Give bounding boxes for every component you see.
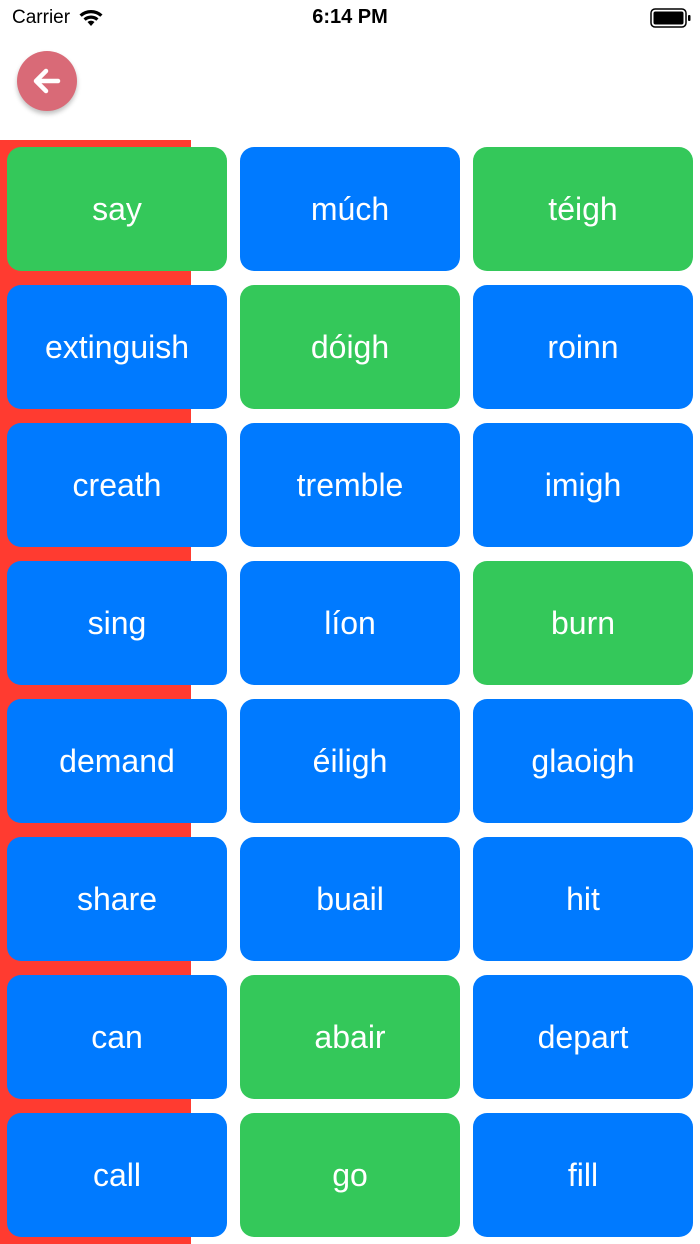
arrow-left-icon (33, 68, 61, 94)
word-tile[interactable]: téigh (473, 147, 693, 271)
status-bar: Carrier 6:14 PM (0, 0, 700, 36)
word-tile[interactable]: call (7, 1113, 227, 1237)
word-tile[interactable]: hit (473, 837, 693, 961)
word-tile[interactable]: depart (473, 975, 693, 1099)
word-tile[interactable]: buail (240, 837, 460, 961)
word-tile[interactable]: abair (240, 975, 460, 1099)
word-tile[interactable]: glaoigh (473, 699, 693, 823)
word-tile[interactable]: éiligh (240, 699, 460, 823)
word-tile[interactable]: roinn (473, 285, 693, 409)
back-button[interactable] (17, 51, 77, 111)
word-tile[interactable]: demand (7, 699, 227, 823)
status-time: 6:14 PM (312, 6, 388, 28)
word-tile[interactable]: say (7, 147, 227, 271)
word-tile[interactable]: imigh (473, 423, 693, 547)
word-tile-grid: say múch téigh extinguish dóigh roinn creath tr… (7, 147, 693, 1237)
word-tile[interactable]: fill (473, 1113, 693, 1237)
word-tile[interactable]: sing (7, 561, 227, 685)
word-tile[interactable]: líon (240, 561, 460, 685)
word-tile[interactable]: creath (7, 423, 227, 547)
word-tile[interactable]: burn (473, 561, 693, 685)
word-tile[interactable]: tremble (240, 423, 460, 547)
word-tile[interactable]: can (7, 975, 227, 1099)
word-tile[interactable]: múch (240, 147, 460, 271)
word-tile[interactable]: share (7, 837, 227, 961)
word-tile[interactable]: go (240, 1113, 460, 1237)
battery-icon (650, 8, 691, 28)
word-tile[interactable]: dóigh (240, 285, 460, 409)
word-tile[interactable]: extinguish (7, 285, 227, 409)
